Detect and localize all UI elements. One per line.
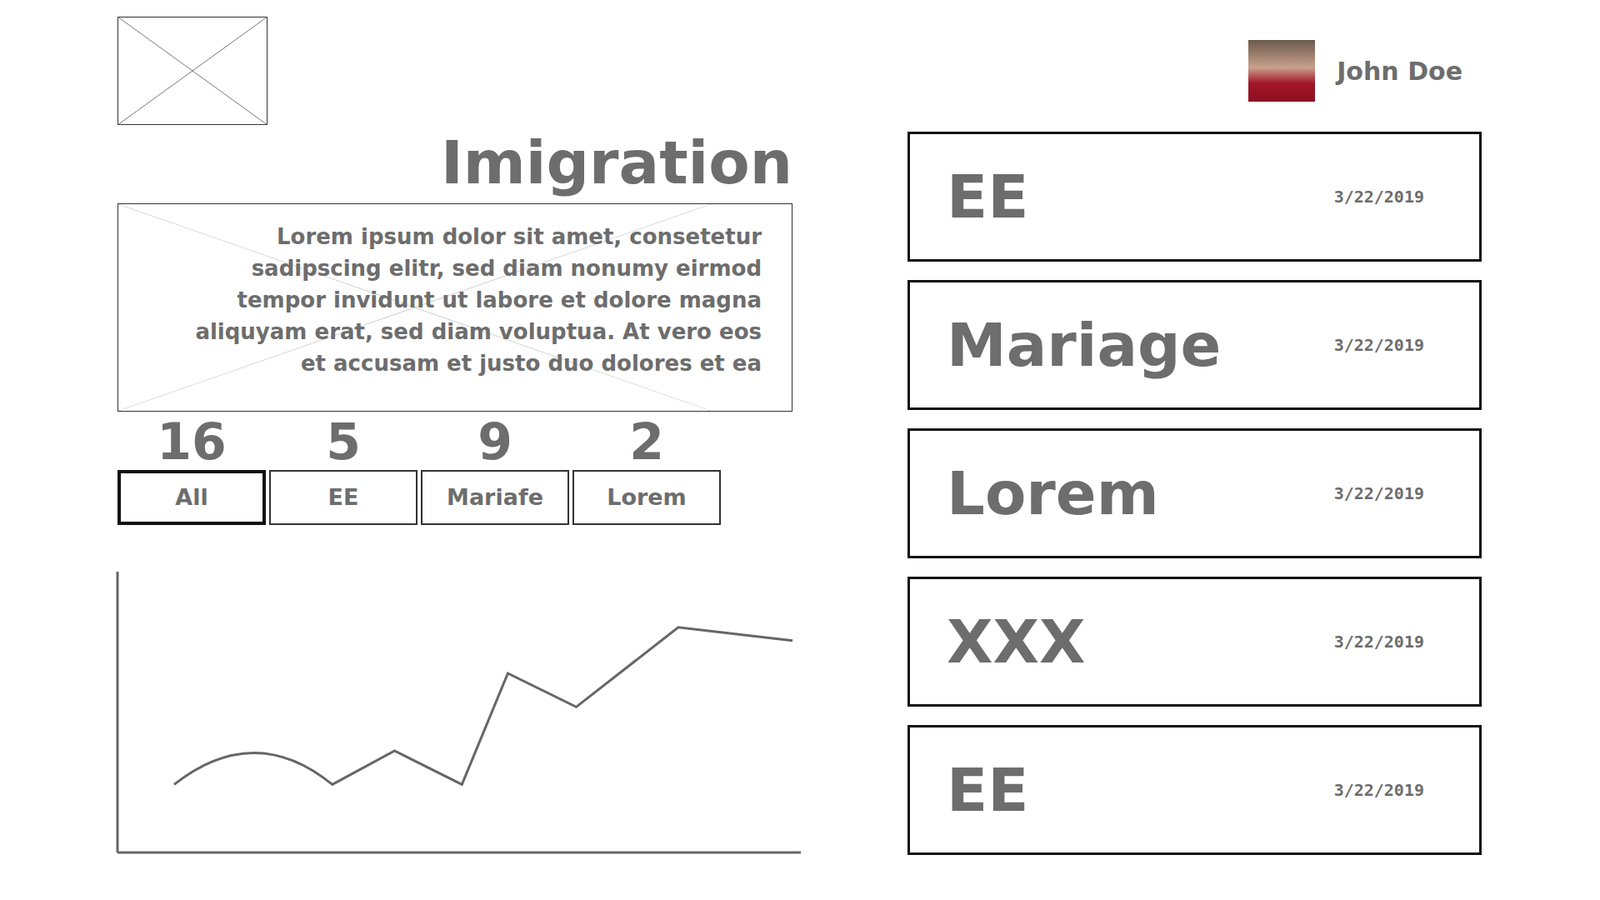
filter-tab[interactable]: Lorem <box>572 470 721 525</box>
page: Imigration Lorem ipsum dolor sit amet, co… <box>0 0 1600 900</box>
filter-count: 5 <box>325 416 361 467</box>
x-axis <box>117 850 801 854</box>
filter-item: 2Lorem <box>572 416 721 525</box>
case-card[interactable]: XXX 3/22/2019 <box>907 576 1482 707</box>
description-box: Lorem ipsum dolor sit amet, consetetur s… <box>117 203 793 412</box>
filter-count: 9 <box>477 416 513 467</box>
filter-tab[interactable]: Mariafe <box>420 470 570 525</box>
chart-line <box>174 626 793 785</box>
filter-tab[interactable]: All <box>117 470 266 525</box>
logo-placeholder-icon <box>117 16 268 125</box>
filter-tab[interactable]: EE <box>269 470 418 525</box>
case-list: EE 3/22/2019 Mariage 3/22/2019 Lorem 3/22/201… <box>907 131 1482 855</box>
filter-item: 16All <box>117 416 266 525</box>
case-title: Lorem <box>946 458 1160 529</box>
filter-count: 2 <box>629 416 665 467</box>
line-chart <box>115 571 808 855</box>
page-title: Imigration <box>117 131 793 195</box>
case-card[interactable]: Lorem 3/22/2019 <box>907 428 1482 559</box>
case-date: 3/22/2019 <box>1334 483 1425 504</box>
user-avatar[interactable] <box>1248 40 1315 102</box>
case-date: 3/22/2019 <box>1334 631 1425 652</box>
user-name[interactable]: John Doe <box>1336 56 1463 86</box>
right-column: John DoeEE3/22/2019Mariage3/22/2019Lorem… <box>907 0 1482 900</box>
left-column: Imigration Lorem ipsum dolor sit amet, co… <box>117 0 801 900</box>
case-card[interactable]: EE 3/22/2019 <box>907 131 1482 262</box>
filter-item: 9Mariafe <box>420 416 570 525</box>
description-text: Lorem ipsum dolor sit amet, consetetur s… <box>168 220 762 380</box>
case-card[interactable]: Mariage 3/22/2019 <box>907 280 1482 410</box>
y-axis <box>116 571 120 853</box>
case-title: EE <box>946 161 1029 232</box>
case-card[interactable]: EE 3/22/2019 <box>907 725 1482 855</box>
case-date: 3/22/2019 <box>1334 335 1425 355</box>
user-bar: John Doe <box>907 0 1482 102</box>
case-title: XXX <box>946 606 1086 677</box>
filter-tabs: 16All5EE9Mariafe2Lorem <box>117 416 801 525</box>
case-title: EE <box>946 755 1029 825</box>
case-title: Mariage <box>946 310 1221 380</box>
case-date: 3/22/2019 <box>1334 186 1425 207</box>
filter-count: 16 <box>156 416 227 467</box>
filter-item: 5EE <box>269 416 418 525</box>
case-date: 3/22/2019 <box>1334 780 1425 800</box>
